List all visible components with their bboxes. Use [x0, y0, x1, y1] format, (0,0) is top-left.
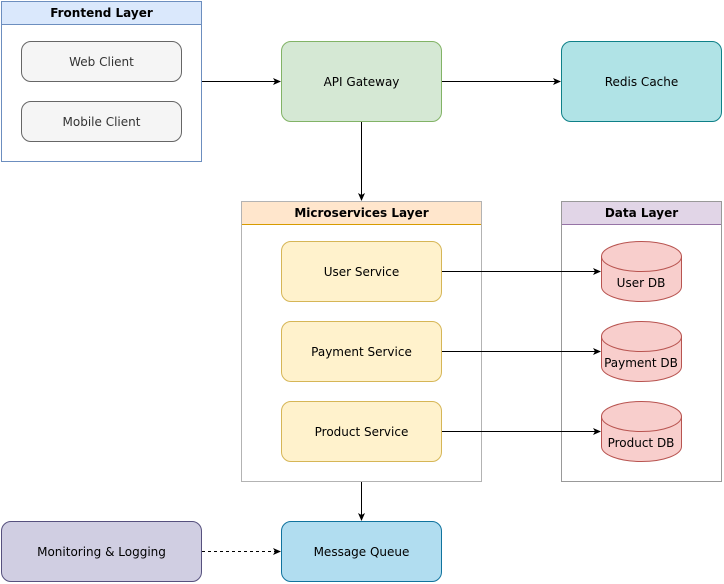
product-db-cylinder[interactable] — [601, 401, 682, 462]
edges-and-databases — [202, 78, 682, 555]
product-db-label: Product DB — [607, 436, 675, 450]
payment-db-cylinder[interactable] — [601, 321, 682, 382]
user-db-cylinder[interactable] — [601, 241, 682, 302]
user-db-label: User DB — [616, 276, 666, 290]
payment-db-label: Payment DB — [604, 356, 678, 370]
